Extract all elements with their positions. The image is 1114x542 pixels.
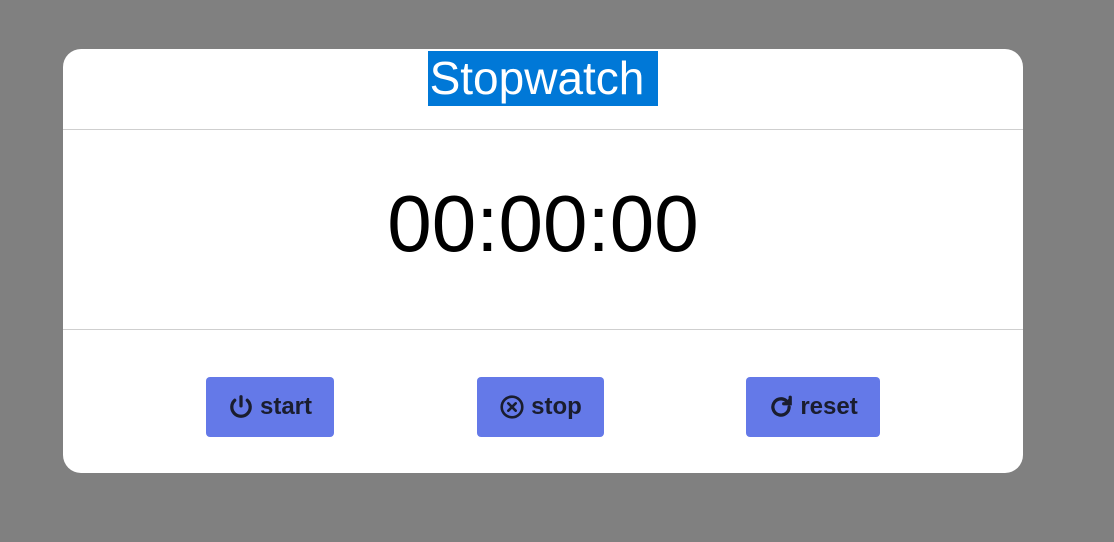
header: Stopwatch bbox=[63, 49, 1023, 130]
stop-label: stop bbox=[531, 393, 582, 420]
rotate-cw-icon bbox=[768, 394, 794, 420]
circle-x-icon bbox=[499, 394, 525, 420]
stopwatch-card: Stopwatch 00:00:00 start stop reset bbox=[63, 49, 1023, 473]
start-button[interactable]: start bbox=[206, 377, 334, 437]
controls-bar: start stop reset bbox=[63, 330, 1023, 473]
app-title: Stopwatch bbox=[427, 51, 659, 106]
stop-button[interactable]: stop bbox=[477, 377, 604, 437]
power-icon bbox=[228, 394, 254, 420]
reset-button[interactable]: reset bbox=[746, 377, 880, 437]
time-display: 00:00:00 bbox=[387, 178, 699, 268]
start-label: start bbox=[259, 393, 313, 420]
reset-label: reset bbox=[800, 393, 858, 420]
time-display-area: 00:00:00 bbox=[63, 130, 1023, 330]
